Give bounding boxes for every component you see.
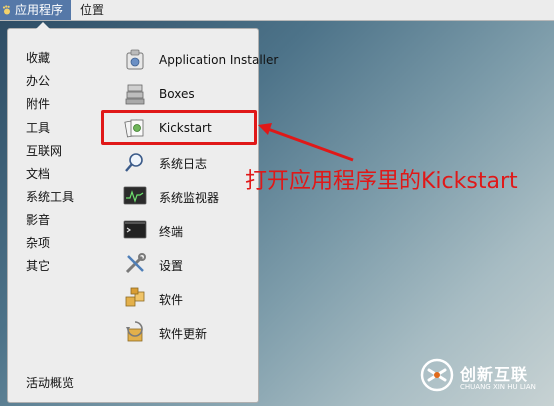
category-accessories[interactable]: 附件	[26, 95, 50, 112]
app-label: 软件	[159, 293, 184, 307]
menu-pointer	[36, 22, 50, 29]
activities-overview-link[interactable]: 活动概览	[26, 374, 74, 391]
app-label: 终端	[159, 225, 184, 239]
top-bar: 应用程序 位置	[0, 0, 554, 21]
system-monitor-icon	[123, 186, 147, 205]
annotation-text: 打开应用程序里的Kickstart	[245, 169, 518, 194]
category-internet[interactable]: 互联网	[26, 142, 62, 159]
app-label: 设置	[159, 259, 184, 273]
app-software[interactable]: 软件	[123, 286, 263, 312]
category-favorites[interactable]: 收藏	[26, 49, 50, 66]
app-label: 系统监视器	[159, 191, 220, 205]
app-label: Application Installer	[159, 53, 279, 67]
settings-tools-icon	[125, 253, 146, 274]
category-office[interactable]: 办公	[26, 72, 50, 89]
log-search-icon	[125, 153, 143, 172]
package-installer-icon	[126, 49, 144, 70]
app-software-update[interactable]: 软件更新	[123, 320, 263, 346]
brand-logo-icon	[420, 358, 454, 392]
applications-menu-button[interactable]: 应用程序	[0, 0, 72, 20]
category-sundry[interactable]: 杂项	[26, 234, 50, 251]
app-terminal[interactable]: 终端	[123, 218, 263, 244]
app-label: 软件更新	[159, 327, 208, 341]
watermark-logo: 创新互联 CHUANG XIN HU LIAN	[418, 352, 550, 400]
kickstart-highlight-box	[101, 110, 257, 145]
app-system-monitor[interactable]: 系统监视器	[123, 184, 263, 210]
app-label: Boxes	[159, 87, 195, 101]
applications-menu-panel: 收藏 办公 附件 工具 互联网 文档 系统工具 影音 杂项 其它 活动概览 Ap…	[7, 22, 278, 403]
software-update-icon	[126, 321, 143, 342]
app-label: 系统日志	[159, 157, 208, 171]
category-other[interactable]: 其它	[26, 257, 50, 274]
boxes-icon	[125, 84, 145, 105]
app-system-log[interactable]: 系统日志	[123, 150, 263, 176]
terminal-icon	[123, 220, 147, 239]
places-menu-button[interactable]: 位置	[74, 0, 110, 20]
applications-menu-label: 应用程序	[15, 3, 64, 17]
category-documents[interactable]: 文档	[26, 165, 50, 182]
watermark-subtitle: CHUANG XIN HU LIAN	[460, 383, 536, 391]
software-icon	[125, 287, 145, 307]
app-application-installer[interactable]: Application Installer	[123, 48, 278, 74]
watermark-name: 创新互联	[460, 365, 529, 384]
app-settings[interactable]: 设置	[123, 252, 263, 278]
gnome-foot-icon	[2, 5, 10, 15]
category-sound-video[interactable]: 影音	[26, 211, 50, 228]
category-tools[interactable]: 工具	[26, 119, 50, 136]
app-boxes[interactable]: Boxes	[123, 82, 263, 108]
category-system-tools[interactable]: 系统工具	[26, 188, 74, 205]
